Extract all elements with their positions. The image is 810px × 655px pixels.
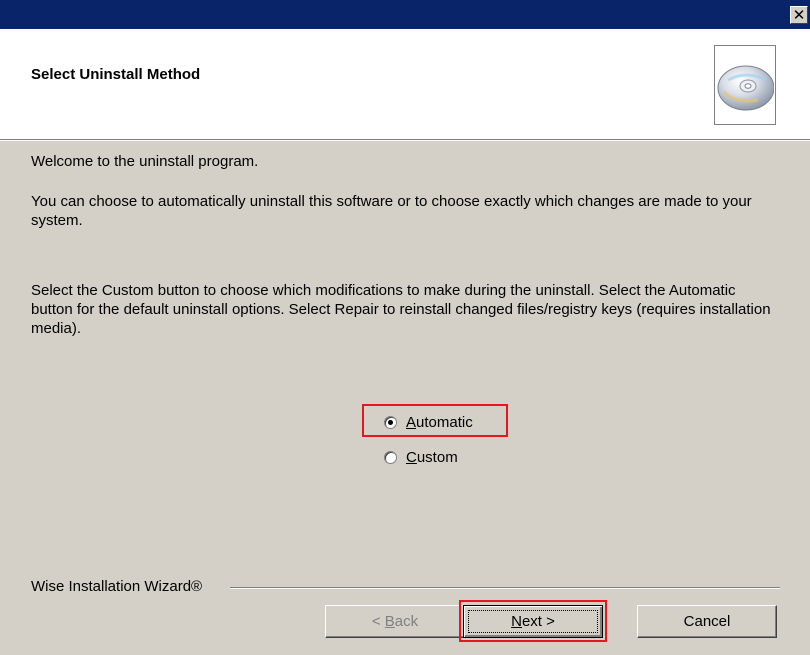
next-button[interactable]: Next > (463, 605, 603, 638)
header-divider-highlight (0, 140, 810, 141)
wizard-header: Select Uninstall Method (0, 29, 810, 139)
custom-label: Custom (406, 449, 458, 466)
instructions-text: Select the Custom button to choose which… (31, 282, 771, 337)
back-prefix: < (371, 613, 385, 630)
automatic-label: Automatic (406, 414, 473, 431)
footer-divider-highlight (230, 588, 780, 589)
custom-radio[interactable]: Custom (384, 449, 458, 466)
custom-mnemonic: C (406, 449, 417, 466)
automatic-radio[interactable]: Automatic (384, 414, 473, 431)
radio-checked-icon[interactable] (384, 416, 397, 429)
custom-label-rest: ustom (416, 449, 458, 466)
back-mnemonic: B (384, 613, 395, 630)
back-label-rest: ack (394, 613, 419, 630)
focus-rect (468, 610, 598, 633)
wizard-brand-label: Wise Installation Wizard® (31, 578, 203, 595)
back-button[interactable]: < Back (325, 605, 465, 638)
close-icon[interactable]: ✕ (790, 6, 808, 24)
welcome-text: Welcome to the uninstall program. (31, 153, 259, 170)
radio-unchecked-icon[interactable] (384, 451, 397, 464)
cancel-button[interactable]: Cancel (637, 605, 777, 638)
automatic-mnemonic: A (406, 414, 417, 431)
automatic-label-rest: utomatic (416, 414, 473, 431)
cd-disc-icon (714, 45, 776, 125)
choose-text: You can choose to automatically uninstal… (31, 193, 752, 229)
title-bar: ✕ (0, 0, 810, 29)
page-title: Select Uninstall Method (31, 66, 201, 83)
